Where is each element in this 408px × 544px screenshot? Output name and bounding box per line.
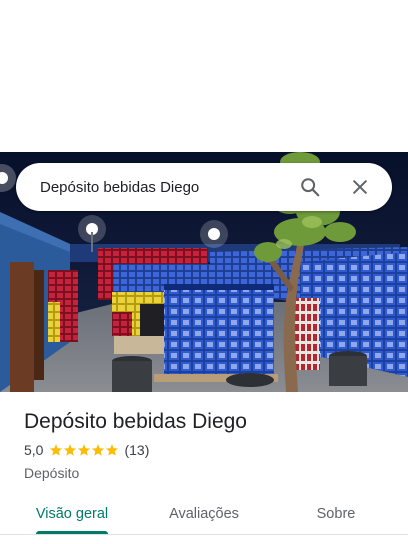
tab-about[interactable]: Sobre [264, 494, 408, 534]
star-icon [106, 444, 119, 456]
star-icon [64, 444, 77, 456]
place-title: Depósito bebidas Diego [24, 410, 247, 433]
review-count[interactable]: (13) [124, 442, 149, 458]
tab-reviews[interactable]: Avaliações [144, 494, 264, 534]
tab-label: Visão geral [35, 506, 109, 522]
star-icon [50, 444, 63, 456]
place-info: Depósito bebidas Diego 5,0 (13) Depósito [24, 408, 394, 481]
rating-row[interactable]: 5,0 (13) [24, 441, 394, 459]
tab-label: Sobre [316, 506, 356, 522]
rating-value: 5,0 [24, 442, 44, 458]
star-icon [78, 444, 91, 456]
tabs-divider [0, 534, 408, 535]
star-rating [49, 443, 119, 457]
place-category[interactable]: Depósito [24, 465, 394, 481]
place-tabs: Visão geral Avaliações Sobre [0, 494, 408, 534]
tab-label: Avaliações [169, 506, 239, 522]
star-icon [92, 444, 105, 456]
search-input[interactable]: Depósito bebidas Diego [40, 179, 278, 196]
search-icon[interactable] [292, 169, 328, 205]
tab-overview[interactable]: Visão geral [0, 494, 144, 534]
close-icon[interactable] [342, 169, 378, 205]
search-bar[interactable]: Depósito bebidas Diego [16, 163, 392, 211]
map-area-blank [0, 0, 408, 152]
